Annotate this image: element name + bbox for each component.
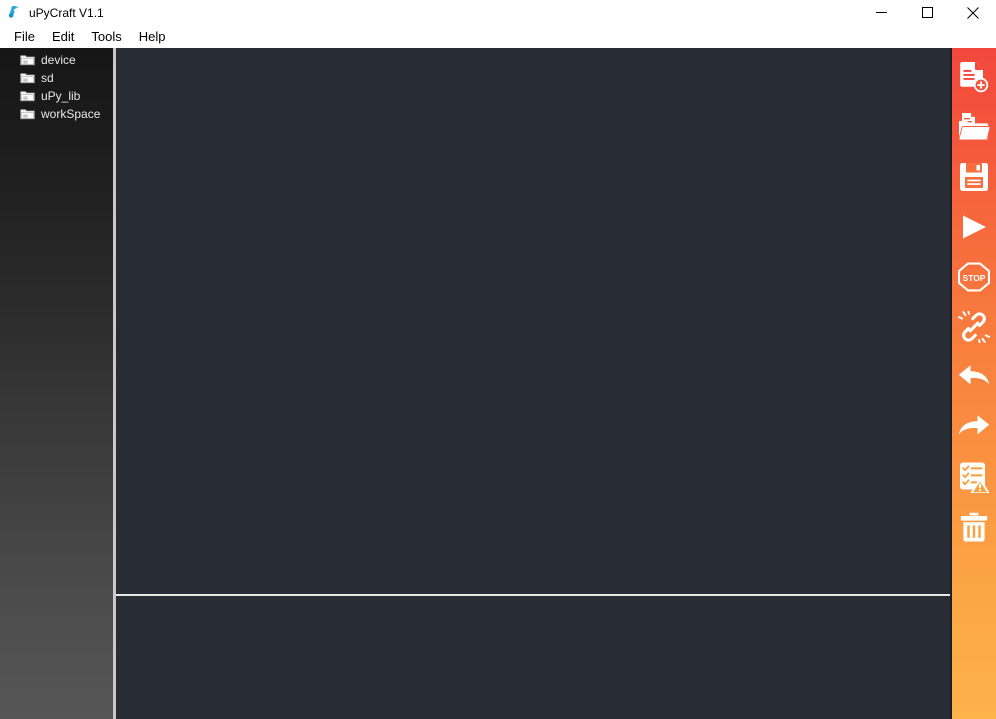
- maximize-icon: [921, 7, 933, 18]
- right-toolbar: STOP: [952, 48, 996, 719]
- file-tree: device sd uPy_lib workSpace: [0, 48, 113, 123]
- upycraft-window: uPyCraft V1.1 File Edit Tools Help devic…: [0, 0, 996, 719]
- window-title: uPyCraft V1.1: [29, 5, 104, 20]
- sidebar-item-label: sd: [41, 71, 54, 85]
- menu-item-tools[interactable]: Tools: [83, 28, 130, 45]
- code-editor-pane[interactable]: [116, 48, 950, 594]
- terminal-pane[interactable]: [116, 596, 950, 719]
- menu-item-file[interactable]: File: [6, 28, 44, 45]
- save-floppy-icon: [960, 163, 988, 191]
- stop-sign-icon: STOP: [958, 262, 990, 292]
- save-file-button[interactable]: [952, 152, 996, 202]
- open-folder-icon: [958, 113, 990, 141]
- redo-button[interactable]: [952, 402, 996, 452]
- menu-bar: File Edit Tools Help: [0, 25, 996, 48]
- sidebar-item-label: uPy_lib: [41, 89, 81, 103]
- folder-icon: [20, 55, 35, 66]
- new-file-button[interactable]: [952, 52, 996, 102]
- redo-arrow-icon: [958, 415, 990, 435]
- new-file-icon: [960, 62, 989, 93]
- undo-arrow-icon: [958, 365, 990, 385]
- sidebar-item-label: workSpace: [41, 107, 101, 121]
- main-body: device sd uPy_lib workSpace STOP: [0, 48, 996, 719]
- window-controls: [858, 0, 996, 25]
- undo-button[interactable]: [952, 352, 996, 402]
- menu-item-edit[interactable]: Edit: [44, 28, 83, 45]
- disconnect-button[interactable]: [952, 302, 996, 352]
- folder-icon: [20, 73, 35, 84]
- menu-item-help[interactable]: Help: [131, 28, 175, 45]
- folder-icon: [20, 109, 35, 120]
- code-editor-surface[interactable]: [116, 48, 950, 594]
- title-bar: uPyCraft V1.1: [0, 0, 996, 25]
- close-icon: [967, 6, 979, 19]
- upycraft-logo-icon: [3, 2, 25, 24]
- stop-button[interactable]: STOP: [952, 252, 996, 302]
- broken-chain-icon: [958, 311, 990, 343]
- svg-text:STOP: STOP: [963, 273, 986, 283]
- run-button[interactable]: [952, 202, 996, 252]
- minimize-icon: [875, 12, 887, 13]
- delete-button[interactable]: [952, 502, 996, 552]
- sidebar-item-sd[interactable]: sd: [0, 69, 113, 87]
- sidebar-item-device[interactable]: device: [0, 51, 113, 69]
- close-button[interactable]: [950, 0, 996, 25]
- sidebar-item-workspace[interactable]: workSpace: [0, 105, 113, 123]
- play-icon: [963, 215, 986, 239]
- file-tree-sidebar: device sd uPy_lib workSpace: [0, 48, 113, 719]
- syntax-check-button[interactable]: [952, 452, 996, 502]
- folder-icon: [20, 91, 35, 102]
- sidebar-item-label: device: [41, 53, 76, 67]
- open-file-button[interactable]: [952, 102, 996, 152]
- sidebar-item-upy-lib[interactable]: uPy_lib: [0, 87, 113, 105]
- maximize-button[interactable]: [904, 0, 950, 25]
- minimize-button[interactable]: [858, 0, 904, 25]
- checklist-warning-icon: [960, 462, 990, 493]
- trash-icon: [960, 512, 988, 542]
